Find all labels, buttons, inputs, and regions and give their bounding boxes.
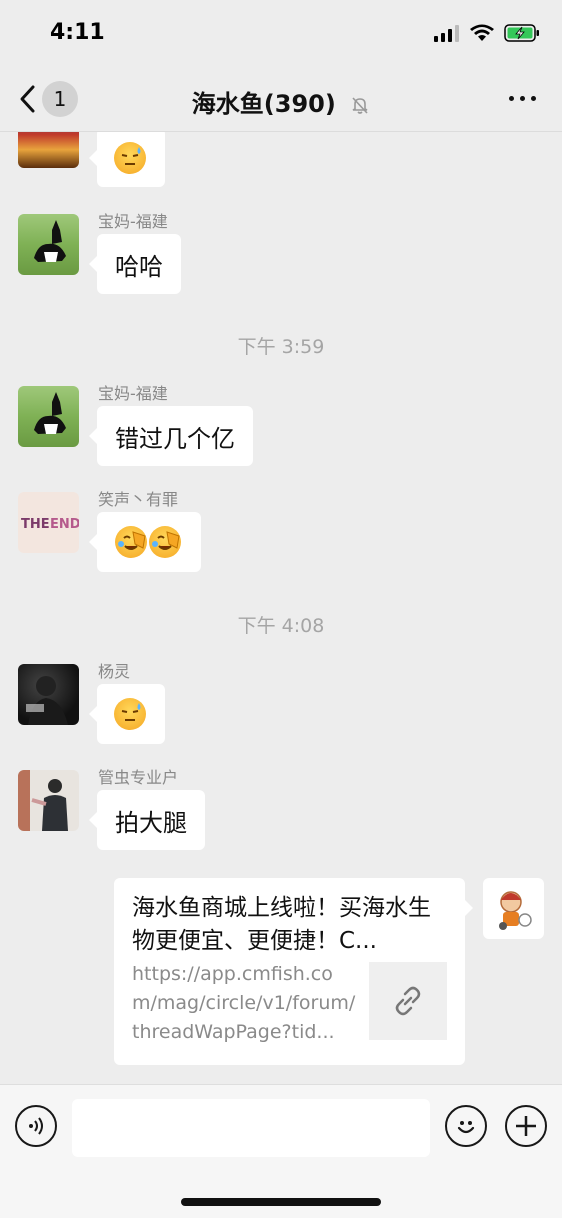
sweat-smile-emoji [114,141,146,174]
status-icons [434,24,540,42]
svg-text:END: END [50,517,79,532]
message-bubble[interactable] [89,512,201,572]
link-url: https://app.cmfish.com/mag/circle/v1/for… [132,963,356,1043]
message-text: 哈哈 [115,252,163,281]
message-bubble[interactable] [89,132,165,187]
battery-charging-icon [504,24,539,42]
wifi-icon [470,24,494,41]
input-bar [0,1084,562,1218]
sender-name: 宝妈-福建 [98,384,168,403]
voice-icon [29,1117,43,1135]
link-icon [395,986,421,1016]
sender-name: 管虫专业户 [98,768,179,787]
timestamp: 下午 4:08 [237,615,325,637]
status-bar: 4:11 [0,0,562,66]
message-bubble[interactable]: 拍大腿 [89,790,205,850]
sweat-smile-emoji [114,698,146,730]
timestamp: 下午 3:59 [237,336,325,358]
message-bubble[interactable]: 错过几个亿 [89,406,253,466]
message-text: 拍大腿 [115,808,187,837]
link-thumbnail [369,962,447,1040]
avatar[interactable] [18,132,79,168]
avatar[interactable] [18,386,79,447]
message-input[interactable] [72,1099,430,1157]
link-card[interactable]: 海水鱼商城上线啦！买海水生物更便宜、更便捷！C... https://app.c… [114,878,473,1065]
avatar[interactable] [18,664,79,725]
facepalm-emoji [149,526,181,558]
message-bubble[interactable] [89,684,165,744]
avatar[interactable] [18,214,79,275]
svg-text:THE: THE [21,517,50,532]
plus-button[interactable] [505,1105,547,1147]
signal-icon [434,25,459,42]
nav-bar: 1 海水鱼(390) [0,66,562,132]
avatar[interactable] [18,770,79,831]
message-bubble[interactable]: 哈哈 [89,234,181,294]
sender-name: 杨灵 [98,662,131,681]
plus-icon [516,1116,536,1136]
more-options-button[interactable] [509,96,536,101]
message-text: 错过几个亿 [115,424,235,453]
facepalm-emoji [115,526,147,558]
chat-title: 海水鱼(390) [0,84,562,119]
bell-slash-icon [352,97,368,114]
more-dots-icon [509,96,514,101]
chat-messages[interactable]: 宝妈-福建 哈哈 下午 3:59 宝妈-福建 错过几个亿 THE END 笑声丶… [0,132,562,1084]
link-title: 海水鱼商城上线啦！买海水生物更便宜、更便捷！C... [132,895,431,954]
smiley-icon [457,1121,475,1134]
voice-button[interactable] [15,1105,57,1147]
chat-title-text: 海水鱼(390) [191,90,336,118]
status-time: 4:11 [50,20,105,45]
emoji-button[interactable] [445,1105,487,1147]
self-avatar[interactable] [483,878,544,939]
avatar[interactable]: THE END [18,492,79,553]
sender-name: 笑声丶有罪 [98,490,179,509]
sender-name: 宝妈-福建 [98,212,168,231]
home-indicator[interactable] [181,1198,381,1206]
